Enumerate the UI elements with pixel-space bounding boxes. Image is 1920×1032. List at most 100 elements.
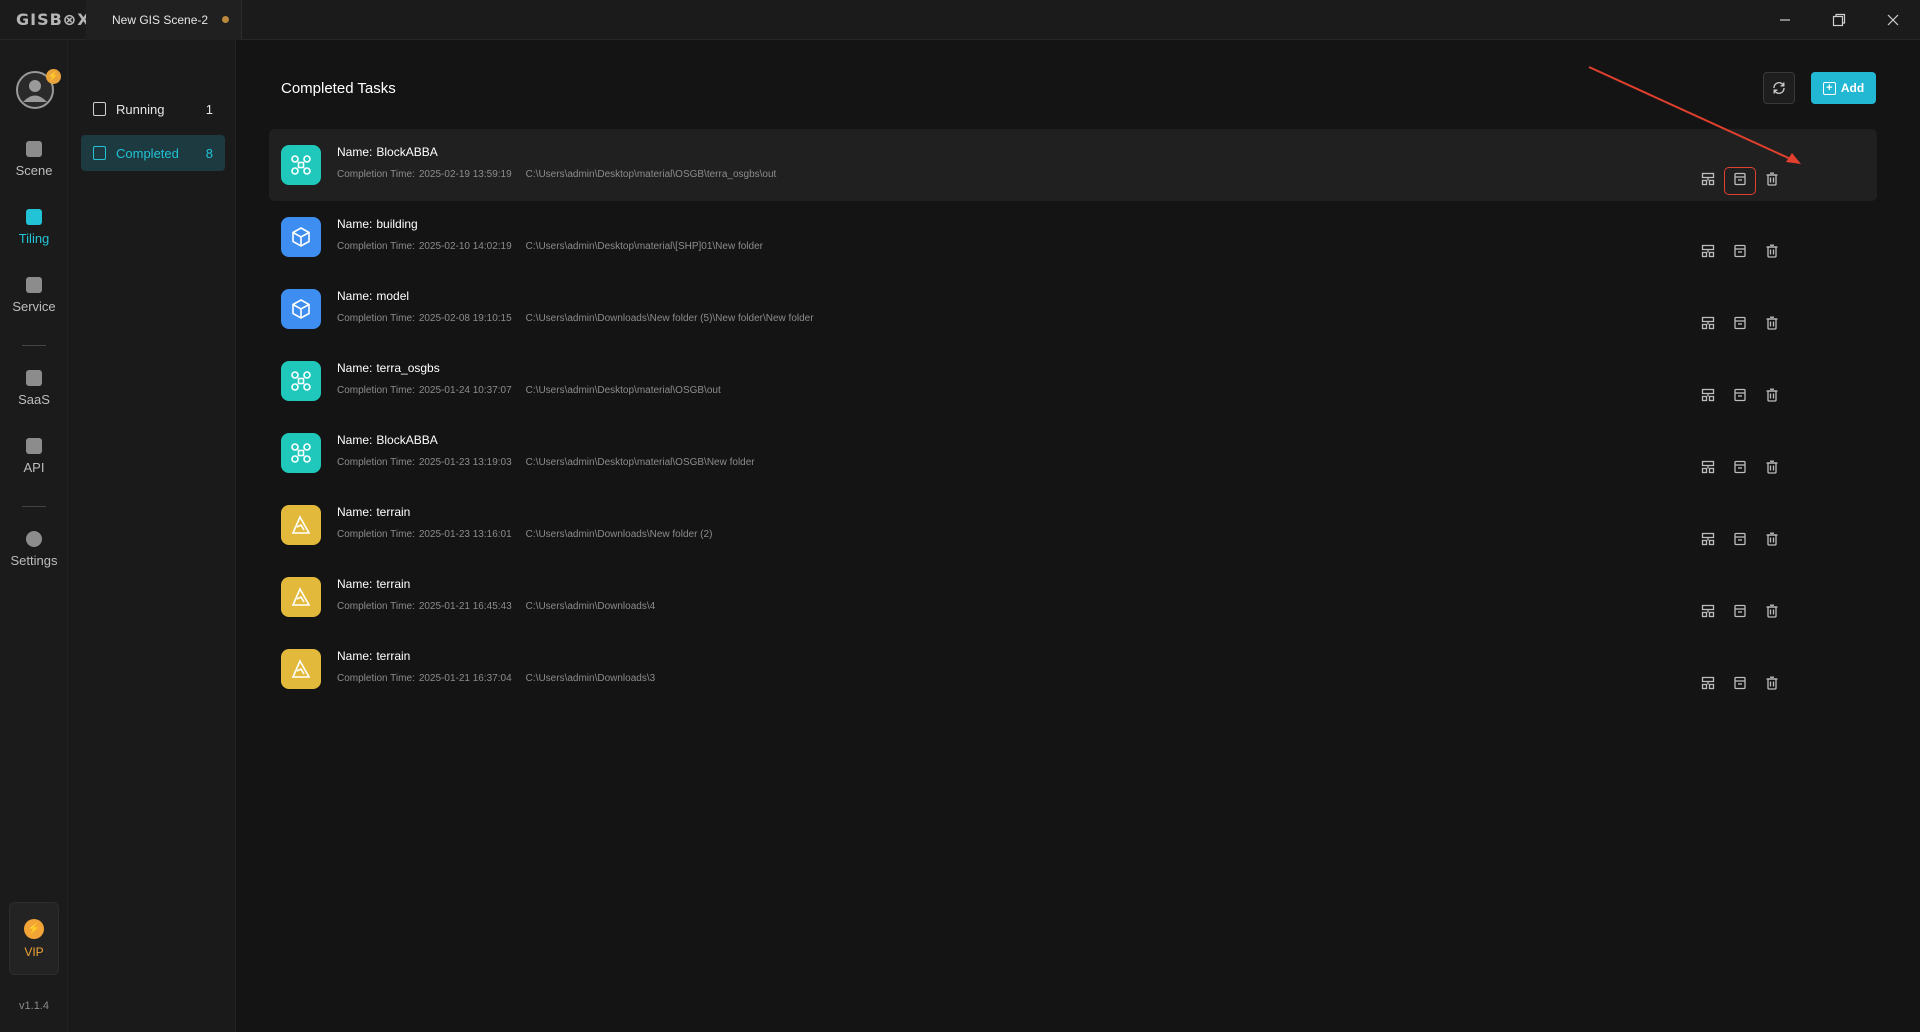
task-meta: Completion Time: 2025-01-24 10:37:07 C:\Us… (337, 385, 721, 396)
terrain-icon (281, 577, 321, 617)
output-path: C:\Users\admin\Downloads\New folder (2) (525, 529, 713, 540)
nav-scene-label: Scene (15, 163, 53, 178)
add-button[interactable]: + Add (1811, 72, 1876, 104)
terrain-icon (281, 505, 321, 545)
delete-button[interactable] (1756, 527, 1788, 555)
minimize-icon[interactable] (1758, 0, 1812, 40)
task-meta: Completion Time: 2025-01-23 13:19:03 C:\Us… (337, 457, 755, 468)
publish-icon (1701, 532, 1715, 551)
task-name-value: terra_osgbs (376, 361, 440, 375)
log-icon (1733, 604, 1747, 623)
task-row[interactable]: Name: terrain Completion Time: 2025-01-21 1… (269, 561, 1877, 633)
task-row[interactable]: Name: terra_osgbs Completion Time: 2025-01-… (269, 345, 1877, 417)
log-button[interactable] (1724, 383, 1756, 411)
log-button[interactable] (1724, 455, 1756, 483)
delete-button[interactable] (1756, 311, 1788, 339)
publish-button[interactable] (1692, 671, 1724, 699)
delete-button[interactable] (1756, 167, 1788, 195)
task-name: Name: building (337, 217, 418, 231)
add-button-label: Add (1840, 81, 1865, 95)
task-actions (1692, 311, 1788, 339)
completed-icon (93, 146, 106, 160)
log-button[interactable] (1724, 671, 1756, 699)
task-actions (1692, 239, 1788, 267)
nav-service[interactable]: Service (0, 277, 68, 333)
task-row[interactable]: Name: terrain Completion Time: 2025-01-21 1… (269, 633, 1877, 705)
task-meta: Completion Time: 2025-01-21 16:45:43 C:\Us… (337, 601, 655, 612)
task-name-value: building (376, 217, 418, 231)
task-name-prefix: Name: (337, 505, 373, 519)
task-name-value: terrain (376, 505, 411, 519)
avatar[interactable]: ⚡ (16, 69, 61, 109)
api-icon (26, 438, 42, 454)
task-name-prefix: Name: (337, 145, 373, 159)
running-count: 1 (205, 101, 213, 117)
publish-button[interactable] (1692, 383, 1724, 411)
completion-time-prefix: Completion Time: (337, 169, 415, 180)
nav-tiling-label: Tiling (18, 231, 50, 246)
output-path: C:\Users\admin\Downloads\4 (525, 601, 656, 612)
delete-button[interactable] (1756, 599, 1788, 627)
scene-tab[interactable]: New GIS Scene-2 (86, 0, 243, 40)
delete-button[interactable] (1756, 383, 1788, 411)
task-row[interactable]: Name: building Completion Time: 2025-02-10 … (269, 201, 1877, 273)
nav-scene[interactable]: Scene (0, 141, 68, 197)
publish-button[interactable] (1692, 239, 1724, 267)
task-name-prefix: Name: (337, 289, 373, 303)
nav-settings[interactable]: Settings (0, 531, 68, 587)
completion-time-prefix: Completion Time: (337, 313, 415, 324)
lightning-icon: ⚡ (24, 918, 44, 939)
log-button[interactable] (1724, 167, 1756, 195)
task-actions (1692, 671, 1788, 699)
publish-icon (1701, 316, 1715, 335)
nav-saas[interactable]: SaaS (0, 370, 68, 426)
publish-icon (1701, 604, 1715, 623)
task-row[interactable]: Name: BlockABBA Completion Time: 2025-01-23… (269, 417, 1877, 489)
restore-icon[interactable] (1812, 0, 1866, 40)
publish-button[interactable] (1692, 599, 1724, 627)
task-meta: Completion Time: 2025-02-08 19:10:15 C:\Us… (337, 313, 814, 324)
task-row[interactable]: Name: terrain Completion Time: 2025-01-23 1… (269, 489, 1877, 561)
delete-button[interactable] (1756, 671, 1788, 699)
cube-icon (281, 289, 321, 329)
nav-api[interactable]: API (0, 438, 68, 494)
delete-button[interactable] (1756, 239, 1788, 267)
publish-button[interactable] (1692, 311, 1724, 339)
saas-icon (26, 370, 42, 386)
nav-tiling[interactable]: Tiling (0, 209, 68, 265)
log-button[interactable] (1724, 239, 1756, 267)
task-row[interactable]: Name: BlockABBA Completion Time: 2025-02-19… (269, 129, 1877, 201)
close-icon[interactable] (1866, 0, 1920, 40)
task-name-value: model (376, 289, 410, 303)
left-nav: ⚡ Scene Tiling Service SaaS API Settings… (0, 40, 68, 1032)
delete-icon (1765, 532, 1779, 551)
publish-button[interactable] (1692, 455, 1724, 483)
completion-time-value: 2025-02-10 14:02:19 (418, 241, 512, 252)
nav-divider (22, 506, 46, 507)
refresh-button[interactable] (1763, 72, 1795, 104)
publish-button[interactable] (1692, 527, 1724, 555)
delete-button[interactable] (1756, 455, 1788, 483)
completion-time-prefix: Completion Time: (337, 673, 415, 684)
task-name: Name: terrain (337, 577, 410, 591)
log-button[interactable] (1724, 527, 1756, 555)
log-icon (1733, 532, 1747, 551)
running-icon (93, 102, 106, 116)
publish-icon (1701, 676, 1715, 695)
vip-button[interactable]: ⚡ VIP (9, 902, 59, 975)
drone-icon (281, 433, 321, 473)
log-button[interactable] (1724, 311, 1756, 339)
task-name-prefix: Name: (337, 649, 373, 663)
publish-button[interactable] (1692, 167, 1724, 195)
main-panel: Completed Tasks + Add Name: BlockABBA Comp… (237, 40, 1920, 1032)
task-row[interactable]: Name: model Completion Time: 2025-02-08 19:… (269, 273, 1877, 345)
task-name: Name: BlockABBA (337, 433, 438, 447)
log-button[interactable] (1724, 599, 1756, 627)
nav-settings-label: Settings (10, 553, 58, 568)
filter-running[interactable]: Running 1 (81, 91, 225, 127)
filter-completed[interactable]: Completed 8 (81, 135, 225, 171)
app-logo: GISB⊗X (16, 10, 91, 29)
filter-completed-label: Completed (116, 145, 179, 161)
task-meta: Completion Time: 2025-02-19 13:59:19 C:\Us… (337, 169, 776, 180)
nav-saas-label: SaaS (18, 392, 50, 407)
